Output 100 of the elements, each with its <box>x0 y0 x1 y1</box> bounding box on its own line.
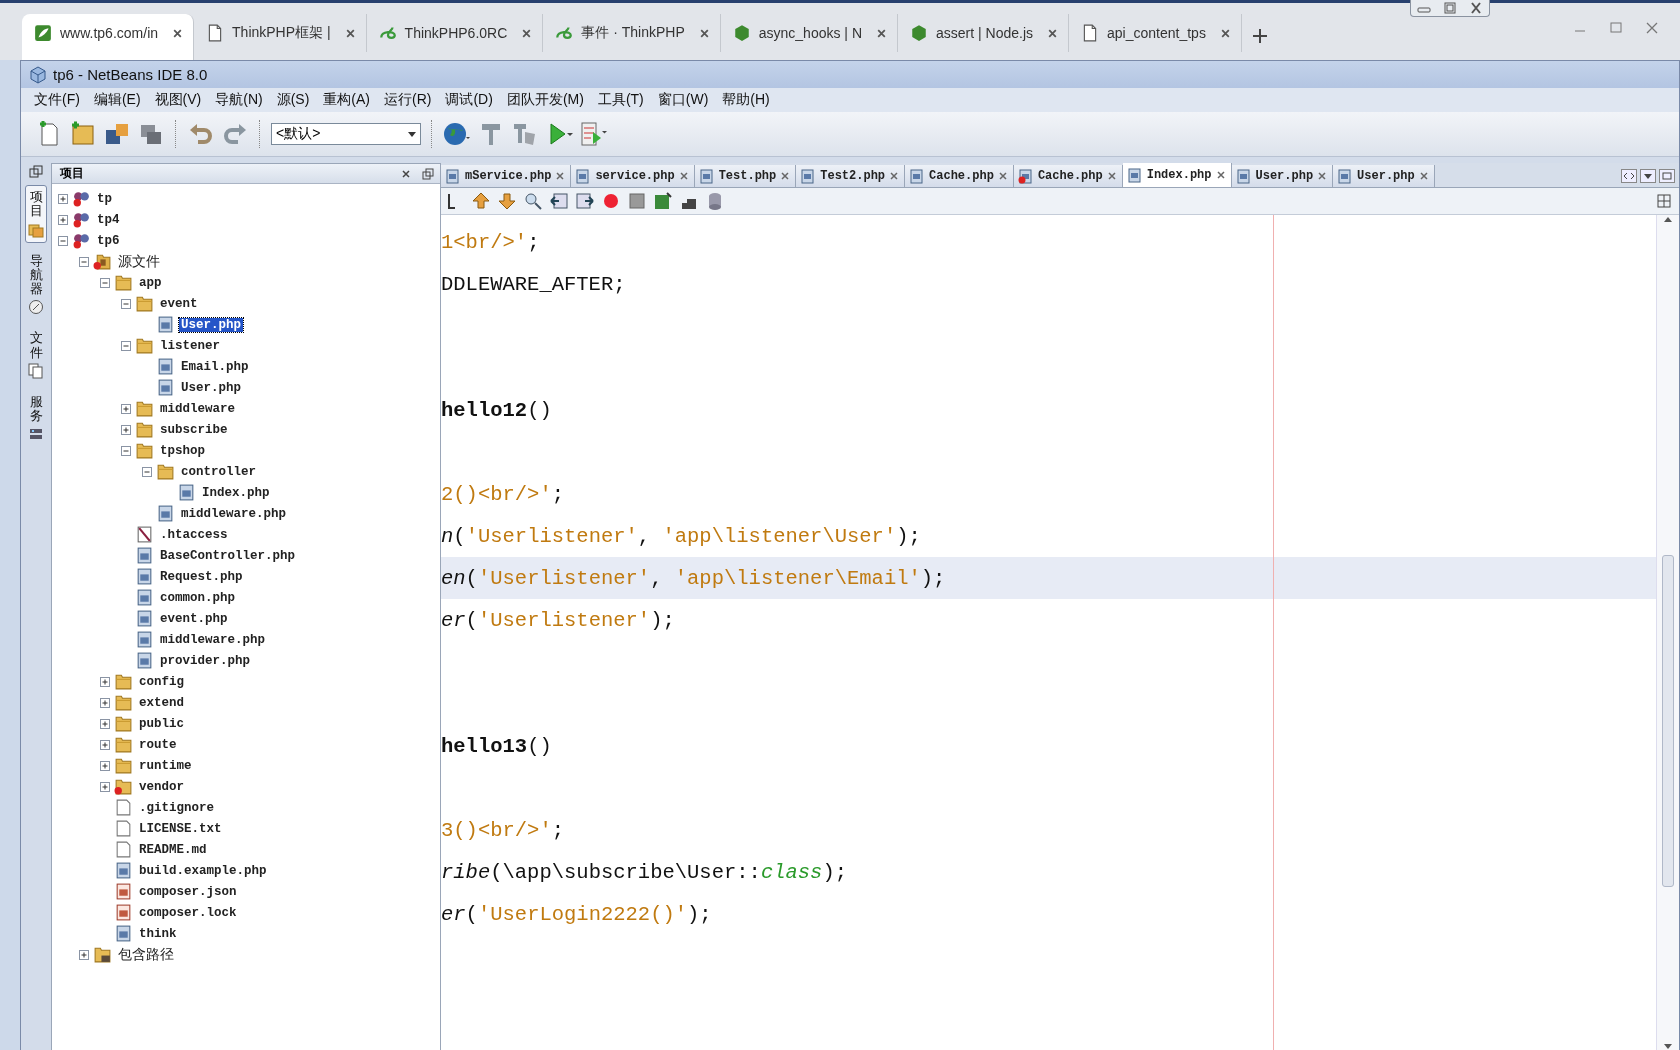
tree-item[interactable]: User.php <box>179 380 243 395</box>
editor-tab[interactable]: Cache.php <box>905 165 1014 187</box>
editor-tab[interactable]: Test.php <box>694 165 797 187</box>
expand-icon[interactable] <box>100 676 110 687</box>
globe-icon[interactable] <box>443 120 471 148</box>
close-icon[interactable] <box>1219 27 1231 39</box>
editor-tab[interactable]: mService.php <box>441 165 572 187</box>
new-project-icon[interactable] <box>69 120 97 148</box>
tree-item[interactable]: tp4 <box>95 212 122 227</box>
configuration-dropdown[interactable]: <默认> <box>271 123 421 145</box>
menu-item[interactable]: 重构(A) <box>316 89 377 111</box>
close-icon[interactable] <box>172 27 184 39</box>
close-icon[interactable] <box>1419 172 1428 180</box>
collapse-icon[interactable] <box>121 340 131 351</box>
tree-item[interactable]: subscribe <box>158 422 230 437</box>
tree-item[interactable]: composer.lock <box>137 905 239 920</box>
expand-icon[interactable] <box>100 781 110 792</box>
editor-tab[interactable]: Test2.php <box>796 165 906 187</box>
menu-item[interactable]: 编辑(E) <box>86 89 148 111</box>
tree-item[interactable]: middleware.php <box>158 632 268 647</box>
tree-item[interactable]: common.php <box>158 590 237 605</box>
editor-tab[interactable]: service.php <box>571 165 695 187</box>
close-icon[interactable] <box>876 27 887 39</box>
stop-icon[interactable] <box>627 191 647 211</box>
close-icon[interactable] <box>998 172 1007 180</box>
scrollbar-thumb[interactable] <box>1662 555 1674 887</box>
tree-item[interactable]: tpshop <box>158 443 207 458</box>
browser-tab[interactable]: api_content_tps <box>1069 14 1242 52</box>
side-tab[interactable]: 服务 <box>25 390 47 448</box>
close-icon[interactable] <box>556 172 565 180</box>
search-icon[interactable] <box>523 191 543 211</box>
tree-item[interactable]: User.php <box>179 317 243 332</box>
close-icon[interactable] <box>1216 171 1225 179</box>
tree-item[interactable]: BaseController.php <box>158 548 298 563</box>
record-icon[interactable] <box>601 191 621 211</box>
menu-item[interactable]: 团队开发(M) <box>499 89 591 111</box>
dropdown-icon[interactable] <box>1640 169 1656 183</box>
collapse-icon[interactable] <box>121 298 131 309</box>
tree-item[interactable]: vendor <box>137 779 186 794</box>
editor-tab[interactable]: Index.php <box>1122 163 1232 187</box>
expand-icon[interactable] <box>121 424 131 435</box>
menu-item[interactable]: 文件(F) <box>27 89 87 111</box>
browser-tab[interactable]: assert | Node.js <box>898 14 1070 52</box>
close-icon[interactable] <box>1047 27 1059 39</box>
close-icon[interactable] <box>679 172 688 180</box>
tree-item[interactable]: 包含路径 <box>116 945 176 964</box>
tree-item[interactable]: tp6 <box>95 233 122 248</box>
side-tab[interactable]: 项目 <box>25 185 47 243</box>
split-icon[interactable] <box>1657 194 1671 208</box>
tree-item[interactable]: app <box>137 275 164 290</box>
profile-icon[interactable] <box>579 120 607 148</box>
expand-icon[interactable] <box>100 697 110 708</box>
tree-item[interactable]: Request.php <box>158 569 245 584</box>
menu-item[interactable]: 视图(V) <box>147 89 209 111</box>
tree-item[interactable]: composer.json <box>137 884 239 899</box>
tree-item[interactable]: listener <box>158 338 222 353</box>
tree-item[interactable]: middleware <box>158 401 237 416</box>
menu-item[interactable]: 窗口(W) <box>650 89 716 111</box>
caret-icon[interactable] <box>408 130 416 138</box>
browser-tab[interactable]: ThinkPHP框架 | <box>194 14 367 52</box>
expand-icon[interactable] <box>58 214 68 225</box>
collapse-icon[interactable] <box>142 466 152 477</box>
scroll-down-icon[interactable] <box>1663 1041 1673 1050</box>
down-arrow-icon[interactable] <box>497 191 517 211</box>
editor-tab[interactable]: User.php <box>1231 165 1334 187</box>
tree-item[interactable]: event.php <box>158 611 230 626</box>
menu-item[interactable]: 导航(N) <box>208 89 270 111</box>
expand-icon[interactable] <box>79 949 89 960</box>
tree-item[interactable]: config <box>137 674 186 689</box>
expand-icon[interactable] <box>100 739 110 750</box>
menu-item[interactable]: 运行(R) <box>377 89 439 111</box>
menu-item[interactable]: 源(S) <box>269 89 317 111</box>
close-icon[interactable] <box>890 172 899 180</box>
up-arrow-icon[interactable] <box>471 191 491 211</box>
close-icon[interactable] <box>698 27 710 39</box>
scroll-tabs-icon[interactable] <box>1621 169 1637 183</box>
collapse-icon[interactable] <box>121 445 131 456</box>
browser-tab[interactable]: async_hooks | N <box>720 14 898 52</box>
tree-item[interactable]: Index.php <box>200 485 272 500</box>
tree-item[interactable]: middleware.php <box>179 506 289 521</box>
close-icon[interactable] <box>521 27 533 39</box>
close-icon[interactable] <box>400 167 412 180</box>
tree-item[interactable]: provider.php <box>158 653 252 668</box>
tree-item[interactable]: extend <box>137 695 186 710</box>
tree-item[interactable]: 源文件 <box>116 252 162 271</box>
tree-item[interactable]: tp <box>95 191 114 206</box>
browser-tab[interactable]: ThinkPHP6.0RC <box>366 14 544 52</box>
expand-icon[interactable] <box>58 193 68 204</box>
tree-item[interactable]: .htaccess <box>158 527 230 542</box>
tree-item[interactable]: README.md <box>137 842 209 857</box>
browser-tab[interactable]: www.tp6.com/in <box>22 14 195 60</box>
tree-item[interactable]: .gitignore <box>137 800 216 815</box>
tree-item[interactable]: controller <box>179 464 258 479</box>
menu-item[interactable]: 工具(T) <box>590 89 651 111</box>
expand-icon[interactable] <box>121 403 131 414</box>
restore-icon[interactable] <box>29 165 43 179</box>
expand-icon[interactable] <box>100 718 110 729</box>
editor-tab[interactable]: User.php <box>1333 165 1435 187</box>
editor-tab[interactable]: Cache.php <box>1013 165 1123 187</box>
tree-item[interactable]: public <box>137 716 186 731</box>
